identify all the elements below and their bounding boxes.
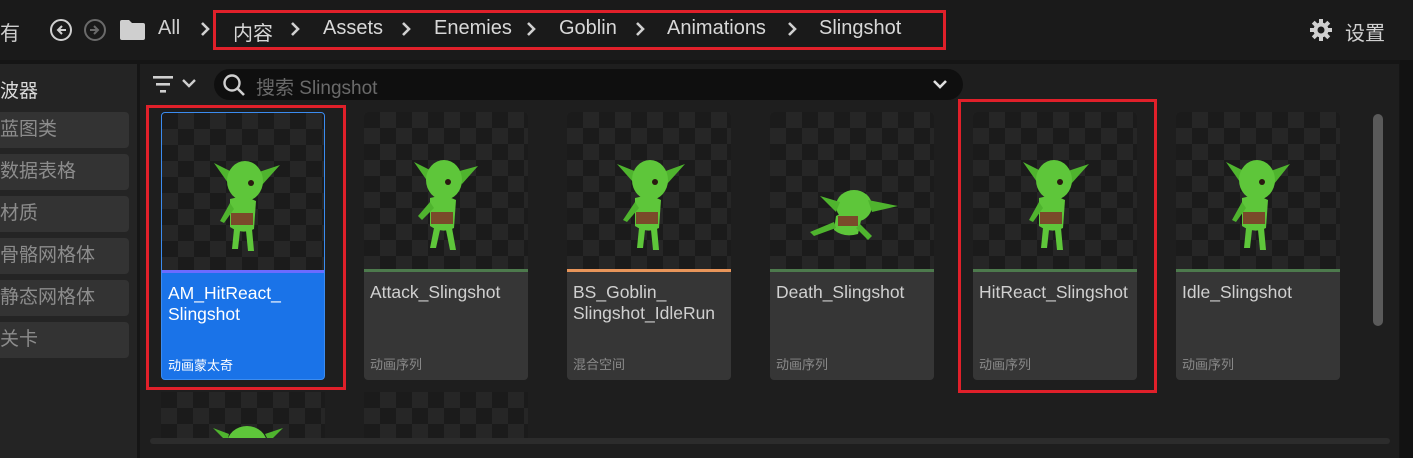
asset-name: Death_Slingshot — [776, 282, 905, 302]
toolbar: 有 All 内容 Assets Enemies Goblin Animation… — [0, 0, 1413, 60]
sidebar-item-data-table[interactable]: 数据表格 — [0, 154, 129, 190]
asset-type: 动画序列 — [1182, 357, 1235, 372]
forward-icon[interactable] — [84, 19, 106, 41]
asset-tile-idle-slingshot[interactable]: Idle_Slingshot 动画序列 — [1176, 112, 1340, 380]
selection-highlight — [146, 105, 346, 390]
breadcrumb-item[interactable]: Animations — [667, 17, 766, 40]
search-input[interactable]: 搜索 Slingshot — [214, 69, 963, 100]
asset-type: 动画序列 — [370, 357, 423, 372]
goblin-thumbnail-icon — [617, 160, 685, 250]
gear-icon[interactable] — [1309, 18, 1333, 42]
asset-type: 混合空间 — [573, 357, 626, 372]
panel-edge — [1400, 60, 1413, 458]
asset-tile-partial[interactable] — [364, 392, 528, 442]
breadcrumb-item-current[interactable]: Slingshot — [819, 17, 901, 40]
breadcrumb-item[interactable]: 内容 — [233, 17, 273, 46]
goblin-thumbnail-icon — [414, 160, 478, 250]
goblin-thumbnail-icon — [810, 190, 898, 240]
breadcrumb-item[interactable]: Assets — [323, 17, 383, 40]
chevron-right-icon — [402, 22, 411, 36]
search-placeholder: 搜索 Slingshot — [256, 78, 378, 99]
asset-type-bar — [567, 269, 731, 272]
asset-thumbnail — [1176, 112, 1340, 272]
folder-icon[interactable] — [119, 19, 146, 41]
horizontal-scrollbar[interactable] — [150, 438, 1390, 444]
asset-tile-death-slingshot[interactable]: Death_Slingshot 动画序列 — [770, 112, 934, 380]
all-tab-partial[interactable]: 有 — [0, 17, 20, 46]
asset-thumbnail — [567, 112, 731, 272]
asset-tile-bs-goblin-slingshot-idlerun[interactable]: BS_Goblin_ Slingshot_IdleRun 混合空间 — [567, 112, 731, 380]
asset-name: Attack_Slingshot — [370, 282, 501, 302]
sidebar-item-skeletal-mesh[interactable]: 骨骼网格体 — [0, 238, 129, 274]
asset-name: Idle_Slingshot — [1182, 282, 1292, 302]
asset-thumbnail — [770, 112, 934, 272]
sidebar-item-material[interactable]: 材质 — [0, 196, 129, 232]
asset-name: BS_Goblin_ Slingshot_IdleRun — [573, 282, 716, 323]
sidebar-title: 波器 — [0, 81, 39, 102]
asset-type-bar — [1176, 269, 1340, 272]
breadcrumb-item[interactable]: Goblin — [559, 17, 617, 40]
chevron-right-icon — [788, 22, 797, 36]
asset-type: 动画序列 — [776, 357, 829, 372]
sidebar-item-static-mesh[interactable]: 静态网格体 — [0, 280, 129, 316]
back-icon[interactable] — [50, 19, 72, 41]
sidebar-item-blueprint-class[interactable]: 蓝图类 — [0, 112, 129, 148]
asset-type-bar — [770, 269, 934, 272]
selection-highlight — [958, 99, 1157, 393]
all-label[interactable]: All — [158, 17, 180, 40]
search-icon — [223, 74, 245, 96]
chevron-right-icon — [636, 22, 645, 36]
goblin-thumbnail-icon — [1226, 160, 1290, 250]
vertical-scrollbar[interactable] — [1373, 114, 1383, 326]
asset-thumbnail — [364, 112, 528, 272]
chevron-down-icon[interactable] — [932, 78, 948, 92]
filter-icon[interactable] — [152, 74, 200, 94]
breadcrumb-item[interactable]: Enemies — [434, 17, 512, 40]
chevron-right-icon — [527, 22, 536, 36]
asset-tile-attack-slingshot[interactable]: Attack_Slingshot 动画序列 — [364, 112, 528, 380]
sidebar-item-level[interactable]: 关卡 — [0, 322, 129, 358]
asset-tile-partial[interactable] — [161, 392, 325, 442]
settings-label[interactable]: 设置 — [1345, 17, 1385, 46]
filter-sidebar: 波器 蓝图类 数据表格 材质 骨骼网格体 静态网格体 关卡 — [0, 64, 137, 458]
chevron-right-icon — [291, 22, 300, 36]
asset-type-bar — [364, 269, 528, 272]
chevron-right-icon — [201, 22, 210, 36]
